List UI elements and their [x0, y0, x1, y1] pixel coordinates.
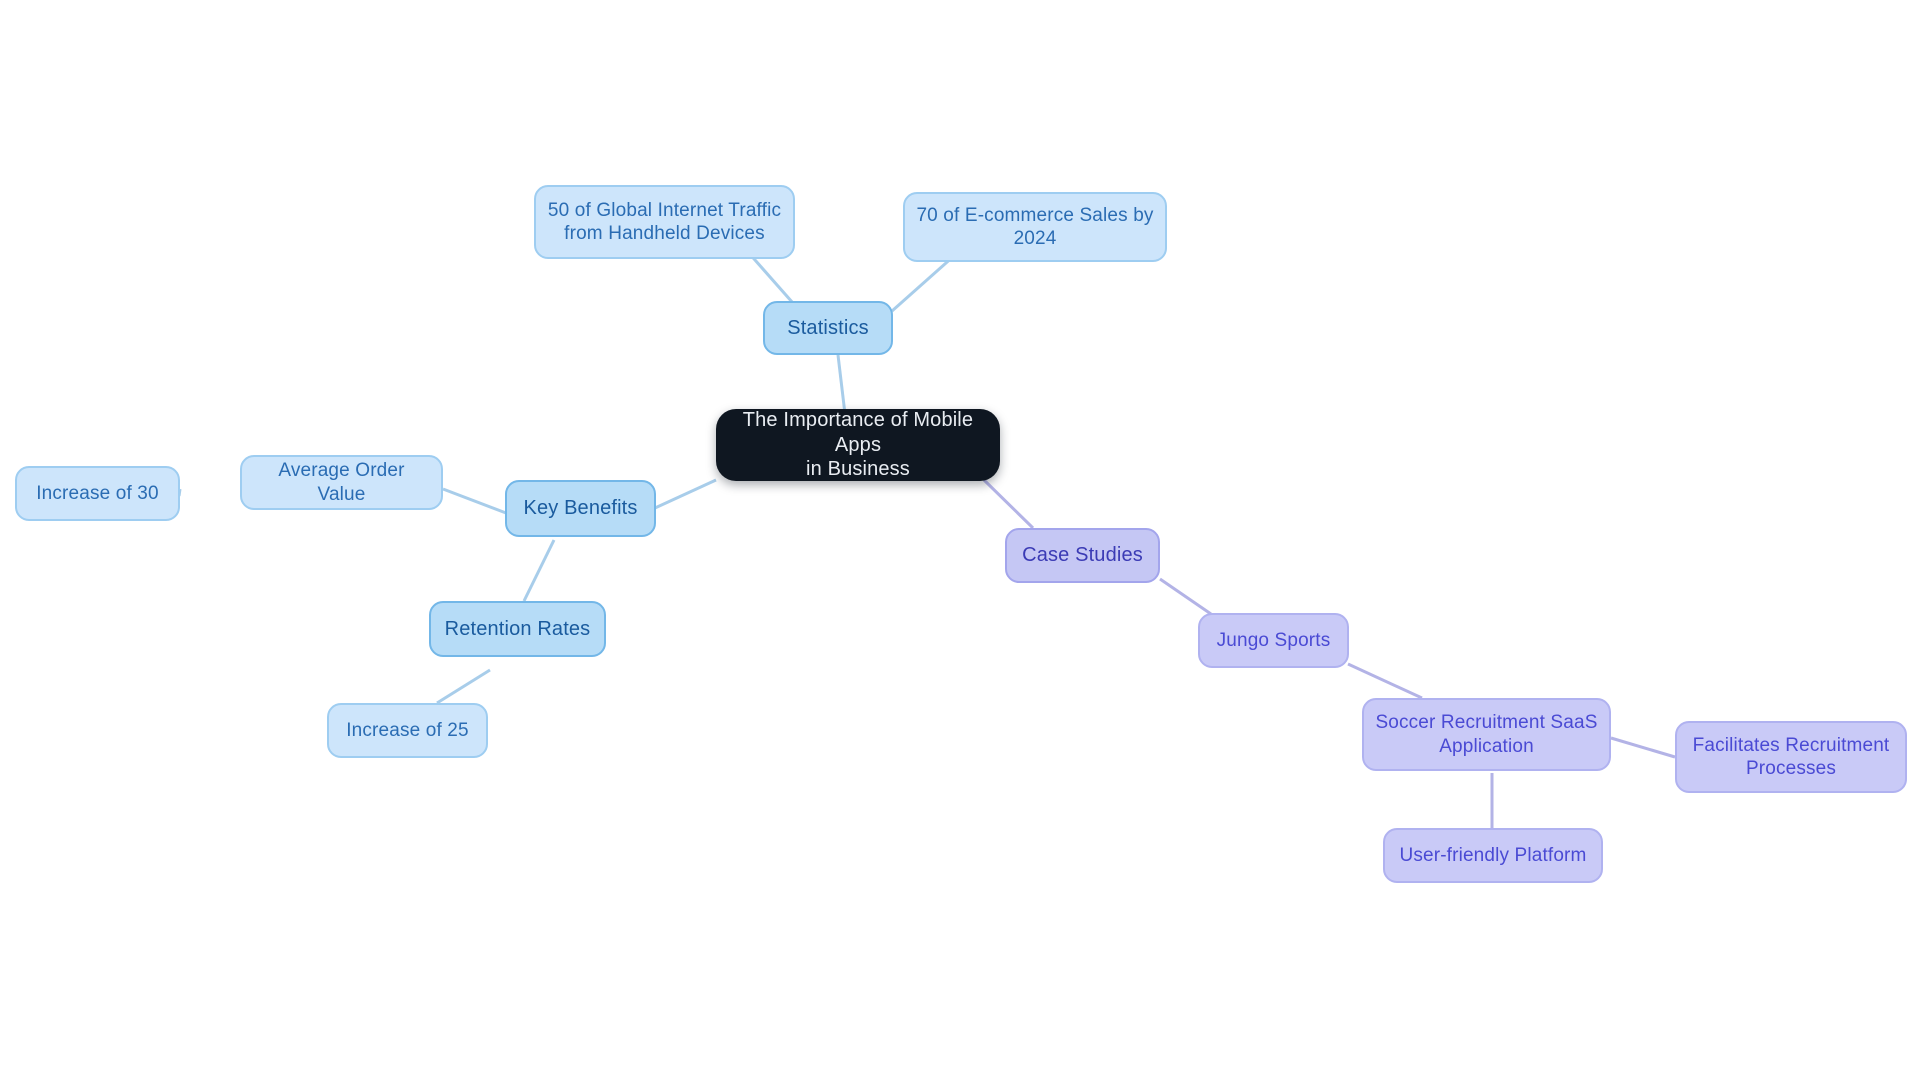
edge-statistics-to-ecommerce	[891, 253, 956, 313]
node-retention-rates[interactable]: Retention Rates	[429, 601, 606, 657]
node-case-studies[interactable]: Case Studies	[1005, 528, 1160, 583]
mindmap-canvas: 50 of Global Internet Traffic from Handh…	[0, 0, 1920, 1083]
edge-root-to-case-studies	[982, 478, 1035, 530]
node-root-importance-of-mobile-apps[interactable]: The Importance of Mobile Apps in Busines…	[716, 409, 1000, 481]
node-key-benefits[interactable]: Key Benefits	[505, 480, 656, 537]
node-jungo-sports[interactable]: Jungo Sports	[1198, 613, 1349, 668]
node-average-order-value[interactable]: Average Order Value	[240, 455, 443, 510]
edge-jungo-to-soccer-saas	[1347, 662, 1423, 700]
edge-soccer-saas-to-facilitates	[1610, 736, 1676, 759]
edge-key-benefits-to-aov	[442, 487, 507, 515]
node-user-friendly-platform[interactable]: User-friendly Platform	[1383, 828, 1603, 883]
node-increase-of-25[interactable]: Increase of 25	[327, 703, 488, 758]
node-increase-of-30[interactable]: Increase of 30	[15, 466, 180, 521]
node-soccer-recruitment-saas[interactable]: Soccer Recruitment SaaS Application	[1362, 698, 1611, 771]
edge-key-benefits-to-retention	[522, 539, 556, 602]
node-statistics[interactable]: Statistics	[763, 301, 893, 355]
node-facilitates-recruitment-processes[interactable]: Facilitates Recruitment Processes	[1675, 721, 1907, 793]
node-stat-ecommerce-sales[interactable]: 70 of E-commerce Sales by 2024	[903, 192, 1167, 262]
edge-connector-layer	[177, 242, 1676, 828]
edge-retention-to-increase25	[436, 668, 491, 705]
edge-root-to-key-benefits	[654, 478, 717, 510]
edge-root-to-statistics	[836, 354, 847, 415]
edge-case-studies-to-jungo	[1159, 577, 1212, 616]
node-stat-global-traffic[interactable]: 50 of Global Internet Traffic from Handh…	[534, 185, 795, 259]
